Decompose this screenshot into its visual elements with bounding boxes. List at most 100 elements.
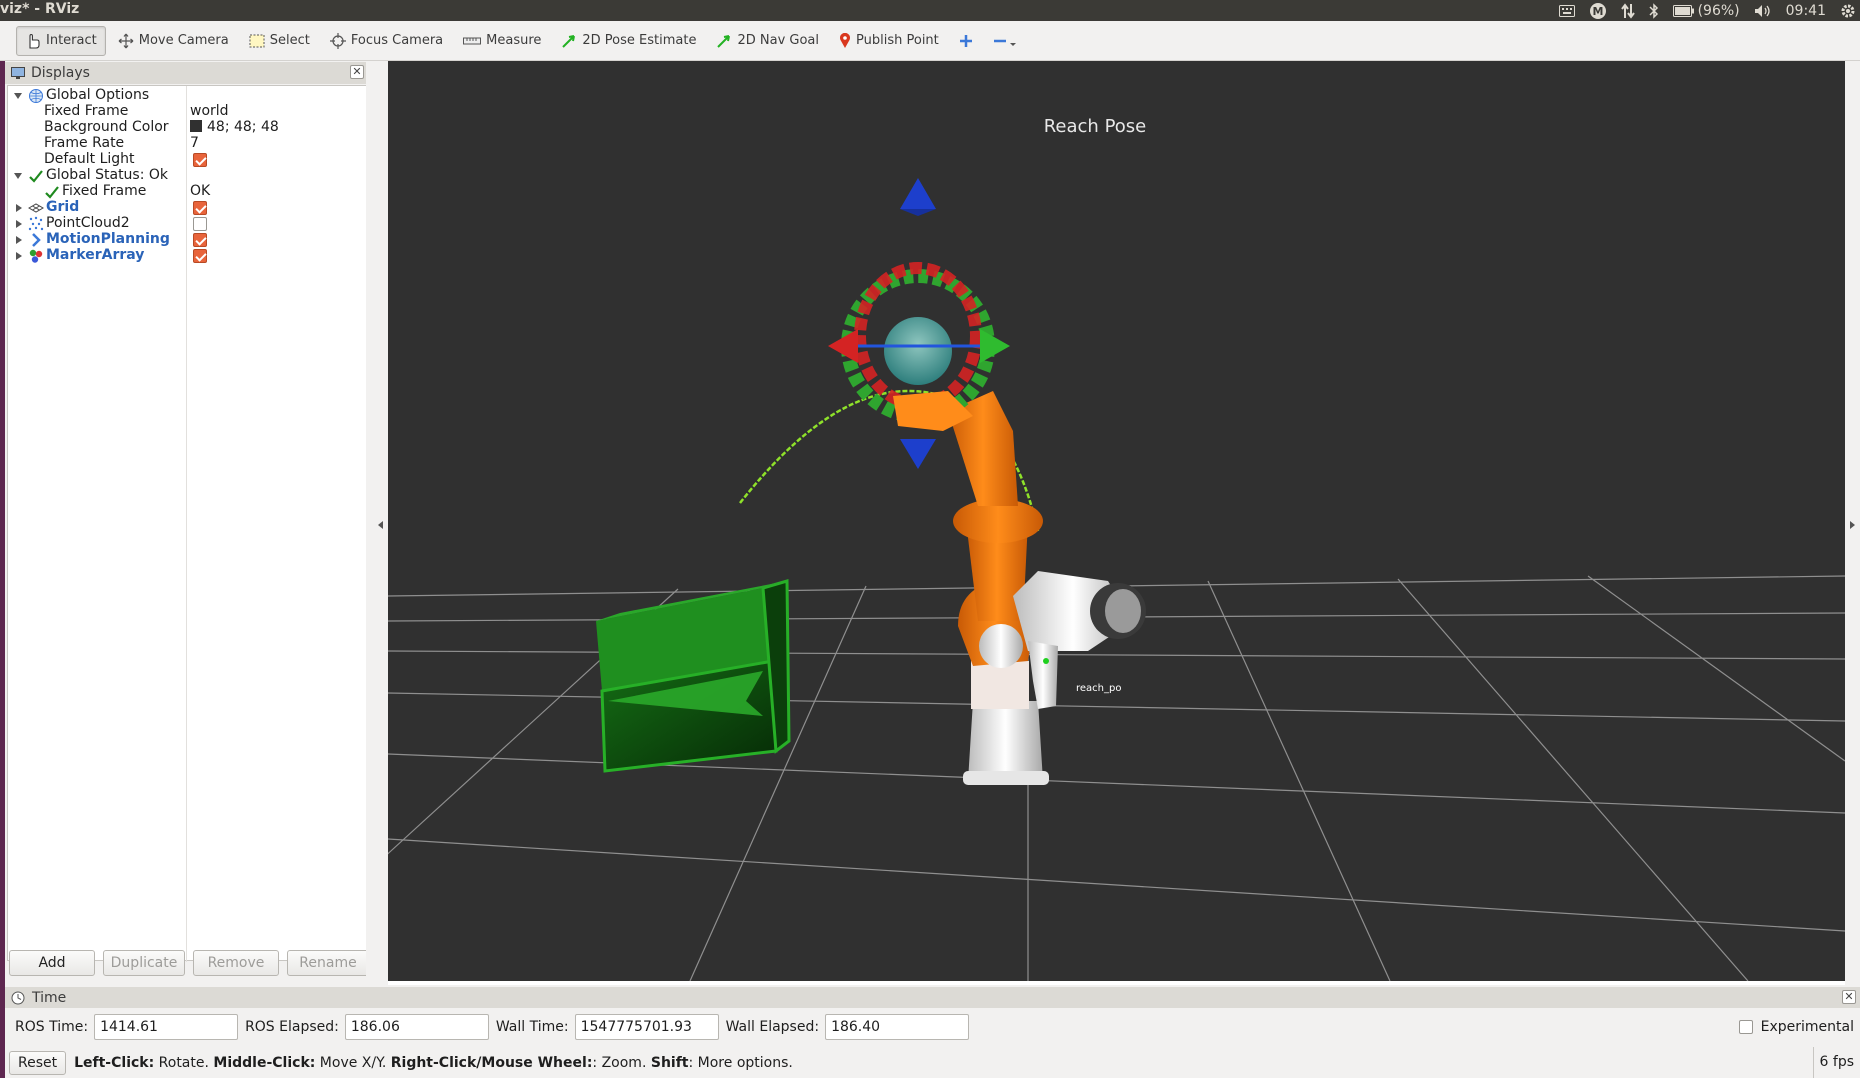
status-hint: Left-Click: Rotate. Middle-Click: Move X…: [74, 1055, 793, 1071]
tool-label: Focus Camera: [350, 33, 444, 48]
wall-time-label: Wall Time:: [495, 1019, 569, 1035]
hint-left-click: Left-Click:: [74, 1054, 155, 1071]
remove-button[interactable]: Remove: [193, 950, 279, 976]
default-light-checkbox[interactable]: [193, 153, 207, 167]
tool-label: Move Camera: [138, 33, 229, 48]
bluetooth-icon[interactable]: [1649, 2, 1659, 19]
battery-icon: [1672, 4, 1694, 17]
move-camera-icon: [118, 33, 134, 48]
wall-elapsed-field[interactable]: 186.40: [825, 1014, 970, 1040]
reset-button[interactable]: Reset: [9, 1050, 67, 1075]
keyboard-icon[interactable]: [1558, 4, 1575, 17]
expand-arrow-icon[interactable]: [16, 204, 22, 212]
time-title: Time: [32, 989, 67, 1006]
gear-icon[interactable]: [1840, 3, 1856, 19]
robot-arm: [948, 391, 1146, 785]
left-splitter-handle[interactable]: [366, 61, 388, 985]
mail-icon[interactable]: M: [1589, 2, 1607, 20]
clock-icon: [11, 991, 25, 1004]
tool-2d-pose-estimate[interactable]: 2D Pose Estimate: [553, 26, 704, 56]
hint-shift: Shift: [650, 1054, 689, 1071]
time-fields: ROS Time: 1414.61 ROS Elapsed: 186.06 Wa…: [15, 1014, 976, 1040]
svg-text:M: M: [1592, 5, 1603, 18]
collapse-right-icon[interactable]: [1850, 521, 1855, 529]
marker-text-label: reach_po: [1076, 683, 1122, 694]
tool-label: Select: [269, 33, 310, 48]
displays-title: Displays: [31, 65, 90, 81]
scene-render: [388, 178, 1845, 981]
select-box-icon: [249, 34, 265, 47]
hint-middle-click-action: Move X/Y.: [315, 1054, 391, 1071]
tool-label: Measure: [486, 33, 542, 48]
tool-bar: Interact Move Camera Select Focus Camera…: [0, 21, 1860, 61]
tool-move-camera[interactable]: Move Camera: [110, 26, 237, 56]
displays-panel: Displays ✕ Global Options Fixed Frame wo…: [5, 61, 369, 985]
pointcloud2-checkbox[interactable]: [193, 217, 207, 231]
status-bar: Reset Left-Click: Rotate. Middle-Click: …: [5, 1047, 1860, 1078]
displays-buttons: Add Duplicate Remove Rename: [9, 950, 369, 976]
marker-array-icon: [29, 249, 43, 263]
rename-button[interactable]: Rename: [287, 950, 369, 976]
expand-arrow-icon[interactable]: [16, 220, 22, 228]
color-swatch: [190, 120, 202, 132]
ros-elapsed-field[interactable]: 186.06: [344, 1014, 489, 1040]
plus-icon: [959, 34, 972, 47]
remove-tool-menu[interactable]: [985, 26, 1025, 56]
hint-shift-action: : More options.: [688, 1054, 793, 1071]
expand-arrow-icon[interactable]: [16, 252, 22, 260]
grid-checkbox[interactable]: [193, 201, 207, 215]
experimental-checkbox[interactable]: [1738, 1020, 1753, 1034]
close-icon[interactable]: ✕: [1842, 990, 1856, 1004]
tool-interact[interactable]: Interact: [16, 25, 106, 56]
add-button[interactable]: Add: [9, 950, 95, 976]
displays-tree[interactable]: Global Options Fixed Frame world Backgro…: [7, 85, 369, 962]
ruler-icon: [463, 37, 482, 44]
scene-overlay-title: Reach Pose: [1043, 116, 1147, 137]
network-icon[interactable]: [1620, 2, 1635, 19]
expand-arrow-icon[interactable]: [16, 236, 22, 244]
ros-time-label: ROS Time:: [15, 1019, 89, 1035]
close-icon[interactable]: ✕: [350, 65, 364, 79]
tool-label: 2D Nav Goal: [737, 33, 820, 48]
hand-pointer-icon: [29, 33, 40, 49]
battery-indicator[interactable]: (96%): [1672, 2, 1740, 19]
wall-time-field[interactable]: 1547775701.93: [574, 1014, 719, 1040]
map-pin-icon: [840, 32, 850, 48]
tool-focus-camera[interactable]: Focus Camera: [322, 26, 451, 56]
background-color-text: 48; 48; 48: [207, 119, 279, 135]
tool-label: Publish Point: [856, 33, 939, 48]
title-bar: viz* - RViz M (96%) 09:41: [0, 0, 1860, 21]
markerarray-checkbox[interactable]: [193, 249, 207, 263]
hint-left-click-action: Rotate.: [154, 1054, 214, 1071]
motionplanning-checkbox[interactable]: [193, 233, 207, 247]
wall-elapsed-label: Wall Elapsed:: [725, 1019, 820, 1035]
tree-row-markerarray[interactable]: MarkerArray: [8, 246, 366, 265]
render-viewport[interactable]: Reach Pose reach_po: [388, 61, 1845, 981]
add-tool-button[interactable]: [951, 26, 981, 56]
time-header: Time ✕: [5, 987, 1860, 1008]
tool-label: Interact: [46, 33, 97, 48]
expand-arrow-icon[interactable]: [14, 93, 22, 99]
tool-2d-nav-goal[interactable]: 2D Nav Goal: [708, 26, 827, 56]
clock[interactable]: 09:41: [1786, 3, 1826, 19]
time-panel: Time ✕ ROS Time: 1414.61 ROS Elapsed: 18…: [5, 985, 1860, 1047]
ros-elapsed-label: ROS Elapsed:: [245, 1019, 339, 1035]
collapse-left-icon[interactable]: [378, 521, 383, 529]
tool-select[interactable]: Select: [241, 26, 318, 56]
green-box-object: [596, 579, 791, 773]
battery-percent: (96%): [1697, 2, 1740, 19]
expand-arrow-icon[interactable]: [14, 173, 22, 179]
right-splitter-handle[interactable]: [1845, 61, 1860, 985]
tool-publish-point[interactable]: Publish Point: [831, 26, 947, 56]
window-title: viz* - RViz: [0, 1, 80, 17]
duplicate-button[interactable]: Duplicate: [103, 950, 185, 976]
hint-middle-click: Middle-Click:: [213, 1054, 316, 1071]
green-arrow-icon: [562, 34, 576, 48]
experimental-toggle[interactable]: Experimental: [1738, 1019, 1854, 1035]
ros-time-field[interactable]: 1414.61: [94, 1014, 239, 1040]
displays-header: Displays ✕: [5, 62, 366, 84]
volume-icon[interactable]: [1754, 4, 1772, 18]
tool-measure[interactable]: Measure: [455, 26, 549, 56]
fps-counter: 6 fps: [1812, 1047, 1860, 1078]
hint-right-click: Right-Click/Mouse Wheel:: [390, 1054, 593, 1071]
